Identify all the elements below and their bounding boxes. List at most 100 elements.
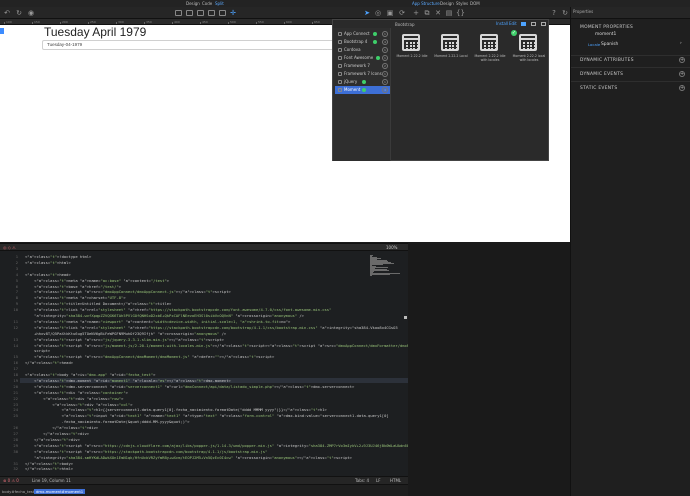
code-line[interactable]: <"a">class="t">script "a">src="dmxAppCon…	[25, 354, 274, 359]
zoom-level[interactable]: 100%	[386, 245, 397, 250]
code-line[interactable]: <"a">class="t">!doctype html>	[25, 254, 91, 259]
breadcrumb-moment[interactable]: dmx-moment#moment1	[34, 489, 86, 494]
code-line[interactable]: <"a">class="t">div "a">class="row">	[25, 396, 123, 401]
code-line[interactable]: </"a">class="t">head>	[25, 360, 73, 365]
version-tile[interactable]: Moment 2.22.2 Idle with locales	[471, 30, 509, 70]
delete-icon[interactable]: ✕	[434, 9, 442, 17]
checkbox-icon[interactable]	[338, 80, 342, 84]
menu-design[interactable]: Design	[186, 0, 200, 7]
error-count[interactable]: ⊗ 0 ⚠ 0	[3, 478, 19, 483]
edit-link[interactable]: Edit	[509, 21, 517, 26]
grid-view-icon[interactable]	[521, 22, 526, 26]
save-icon[interactable]: ▤	[445, 9, 453, 17]
framework-item[interactable]: Font Awesome 1	[335, 54, 390, 62]
add-static-event-icon[interactable]: +	[679, 85, 685, 91]
menu-right-design[interactable]: Design	[440, 0, 454, 7]
code-line[interactable]: script>	[25, 348, 50, 353]
code-line[interactable]: <"a">class="t">body "a">is="dmx-app" "a"…	[25, 372, 155, 377]
checkbox-icon[interactable]	[338, 40, 342, 44]
page-heading[interactable]: Tuesday April 1979	[44, 25, 146, 39]
framework-item[interactable]: Framework 7 2	[335, 62, 390, 70]
settings-refresh-icon[interactable]: ↻	[561, 9, 569, 17]
menu-split[interactable]: Split	[215, 0, 224, 7]
add-dynamic-attribute-icon[interactable]: +	[679, 57, 685, 63]
framework-item[interactable]: Bootstrap 4 4	[335, 38, 390, 46]
minimap[interactable]	[370, 255, 402, 276]
code-line[interactable]: "a">integrity="sha384-wvfXpqpZZVQGK6TAh5…	[25, 313, 304, 318]
brackets-icon[interactable]: {}	[456, 9, 465, 17]
cursor-icon[interactable]: ➤	[363, 9, 371, 17]
code-line[interactable]: <"a">class="t">meta "a">name="ac:base" "…	[25, 278, 169, 283]
desktop-view-icon[interactable]	[208, 10, 215, 16]
refresh-icon[interactable]: ⟳	[398, 9, 406, 17]
menu-code[interactable]: Code	[202, 0, 212, 7]
static-events-section[interactable]: STATIC EVENTS	[580, 86, 617, 91]
tab-size[interactable]: Tabs: 4	[355, 478, 369, 483]
version-tile[interactable]: Moment 2.22.2 Idle	[393, 30, 431, 70]
code-line[interactable]: <"a">class="t">base "a">href="/test/">	[25, 284, 121, 289]
dynamic-attributes-section[interactable]: DYNAMIC ATTRIBUTES	[580, 58, 634, 63]
list-view-icon[interactable]	[541, 22, 546, 26]
framework-item[interactable]: Framework 7 Icons 1	[335, 70, 390, 78]
code-line[interactable]: <"a">class="t">link "a">rel="stylesheet"…	[25, 325, 398, 330]
chevron-right-icon[interactable]: ›	[680, 41, 682, 46]
code-editor[interactable]: 1 <"a">class="t">!doctype html> 2 <"a">clas…	[0, 251, 408, 476]
undo-icon[interactable]: ↶	[3, 9, 11, 17]
code-line[interactable]: <"a">class="t">link "a">rel="stylesheet"…	[25, 307, 331, 312]
code-status-icons[interactable]: ◎ ◇ ⚠	[3, 245, 16, 250]
version-tile[interactable]: ✓ Moment 2.22.2 local with locales	[510, 30, 548, 70]
panel-search-label[interactable]: Bootstrap	[395, 22, 415, 27]
checkbox-icon[interactable]	[338, 72, 342, 76]
crosshair-icon[interactable]: ✛	[229, 9, 237, 17]
preview-icon[interactable]: ▣	[386, 9, 394, 17]
eye-icon[interactable]: ◎	[374, 9, 382, 17]
redo-icon[interactable]: ↻	[15, 9, 23, 17]
code-line[interactable]: <"a">class="t">script "a">src="https://s…	[25, 449, 267, 454]
code-line[interactable]: </"a">class="t">html>	[25, 466, 73, 471]
code-line[interactable]: </"a">class="t">div>	[25, 425, 98, 430]
line-ending[interactable]: LF	[376, 478, 381, 483]
framework-item[interactable]: Moment 4	[335, 86, 390, 94]
language-mode[interactable]: HTML	[390, 478, 401, 483]
checkbox-icon[interactable]	[338, 56, 342, 60]
code-line[interactable]: "a">integrity="sha384-smHYKdLADwkXOn1EmN…	[25, 455, 352, 460]
code-line[interactable]: <"a">class="t">dmx-moment "a">id="moment…	[25, 378, 231, 383]
date-text-input[interactable]: Tuesday-04-1979	[42, 40, 342, 50]
tablet-view-icon[interactable]	[186, 10, 193, 16]
code-line[interactable]: </"a">class="t">body>	[25, 461, 73, 466]
mobile-view-icon[interactable]	[175, 10, 182, 16]
add-icon[interactable]: +	[412, 9, 420, 17]
locale-select[interactable]: Spanish	[601, 42, 618, 47]
scroll-thumb[interactable]	[404, 316, 407, 319]
breadcrumb-body[interactable]: body#fecha_test	[2, 489, 34, 494]
duplicate-icon[interactable]: ⧉	[423, 9, 431, 17]
code-line[interactable]: .fecha_nacimiento.formatDate(&quot;dddd-…	[25, 419, 190, 424]
menu-styles[interactable]: Styles	[456, 0, 468, 7]
code-line[interactable]: <"a">class="t">meta "a">charset="UTF-8">	[25, 295, 126, 300]
code-line[interactable]: <"a">class="t">script "a">src="js/jquery…	[25, 337, 224, 342]
menu-dom[interactable]: DOM	[470, 0, 480, 7]
id-value[interactable]: moment1	[595, 32, 616, 37]
version-tile[interactable]: Moment 2.22.2 Local	[432, 30, 470, 70]
code-line[interactable]: <"a">class="t">script "a">src="https://c…	[25, 443, 408, 448]
code-line[interactable]: <"a">class="t">title>Untitled Document</…	[25, 301, 171, 306]
laptop-view-icon[interactable]	[197, 10, 204, 16]
large-grid-icon[interactable]	[531, 22, 536, 26]
checkbox-icon[interactable]	[338, 88, 342, 92]
framework-item[interactable]: jQuery 1	[335, 78, 390, 86]
help-icon[interactable]: ?	[550, 9, 558, 17]
checkbox-icon[interactable]	[338, 64, 342, 68]
code-line[interactable]: </"a">class="t">div>	[25, 431, 89, 436]
code-line[interactable]: <"a">class="t">html>	[25, 260, 71, 265]
code-line[interactable]: <"a">class="t">dmx-serverconnect "a">id=…	[25, 384, 354, 389]
code-line[interactable]: <"a">class="t">div "a">class="col">	[25, 402, 132, 407]
code-line[interactable]: <"a">class="t">meta "a">name="viewport" …	[25, 319, 290, 324]
code-line[interactable]: <"a">class="t">h1>{{serverconnect1.data.…	[25, 407, 327, 412]
camera-icon[interactable]: ◉	[27, 9, 35, 17]
checkbox-icon[interactable]	[338, 48, 342, 52]
code-line[interactable]: <"a">class="t">script "a">src="dmxAppCon…	[25, 289, 231, 294]
install-link[interactable]: Install	[496, 21, 508, 26]
add-dynamic-event-icon[interactable]: +	[679, 71, 685, 77]
code-line[interactable]: </"a">class="t">div>	[25, 437, 80, 442]
code-line[interactable]: <"a">class="t">head>	[25, 272, 71, 277]
